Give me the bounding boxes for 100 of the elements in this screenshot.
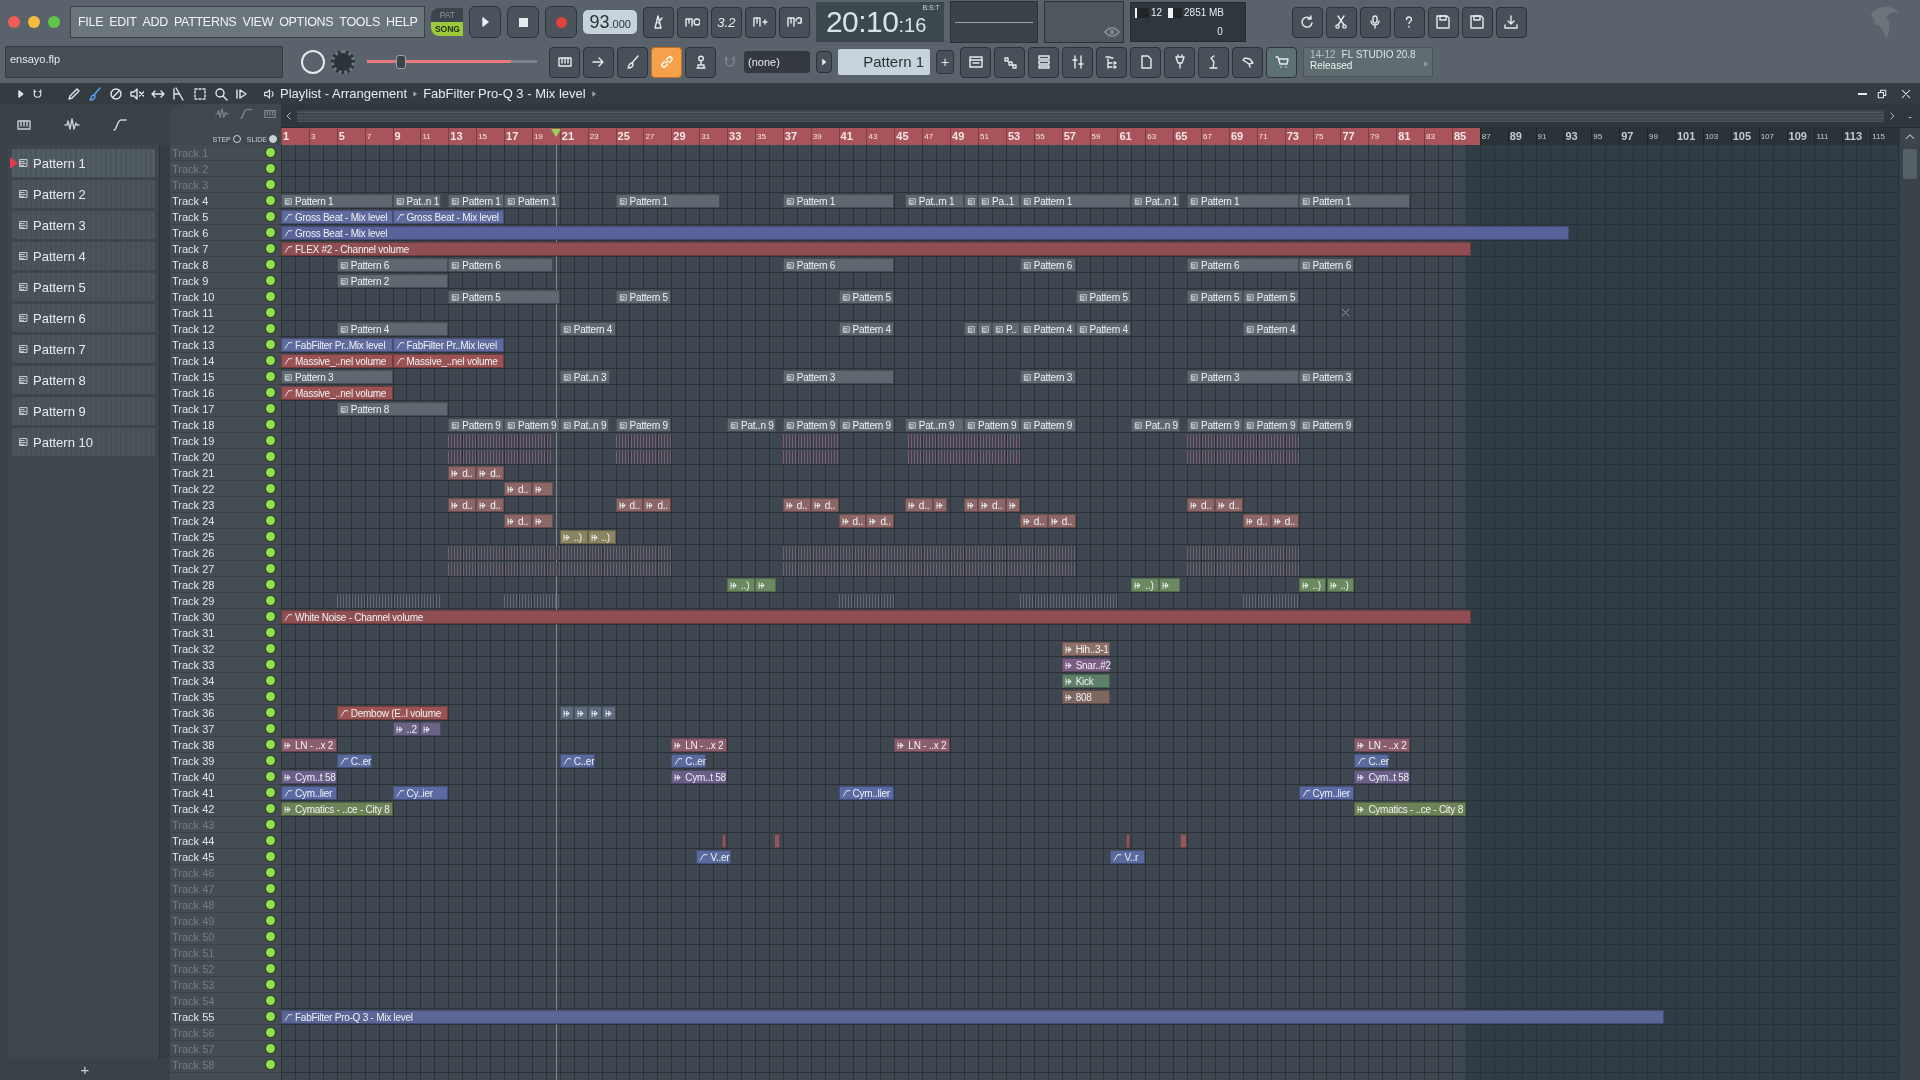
audio-clip[interactable]: ..) (727, 578, 755, 592)
automation-clip[interactable]: V..er (696, 850, 732, 864)
track-header[interactable]: Track 6 (170, 225, 281, 241)
automation-clip[interactable]: Cy..ier (392, 786, 449, 800)
track-header[interactable]: Track 25 (170, 529, 281, 545)
track-header[interactable]: Track 15 (170, 369, 281, 385)
menu-item[interactable]: HELP (382, 15, 421, 29)
pattern-clip[interactable]: Pattern 9 (1187, 418, 1243, 432)
track-header[interactable]: Track 41 (170, 785, 281, 801)
track-header[interactable]: Track 30 (170, 609, 281, 625)
audio-clip[interactable]: d.. (1214, 498, 1243, 512)
pattern-clip[interactable]: Pat..n 1 (392, 194, 442, 208)
track-header[interactable]: Track 40 (170, 769, 281, 785)
automation-clip[interactable]: Gross Beat - Mix level (392, 210, 505, 224)
pattern-clip[interactable]: Pattern 1 (782, 194, 895, 208)
automation-clip[interactable]: C..er (336, 754, 372, 768)
track-header[interactable]: Track 38 (170, 737, 281, 753)
audio-clip[interactable]: LN - ..x 2 (1354, 738, 1411, 752)
pattern-item[interactable]: Pattern 2 (12, 180, 155, 208)
automation-clip[interactable]: FabFilter Pr..Mix level (281, 338, 393, 352)
track-header[interactable]: Track 7 (170, 241, 281, 257)
pattern-item[interactable]: Pattern 8 (12, 366, 155, 394)
pattern-clip[interactable]: Pattern 9 (504, 418, 560, 432)
track-header[interactable]: Track 37 (170, 721, 281, 737)
pattern-item[interactable]: Pattern 6 (12, 304, 155, 332)
automation-clip[interactable]: Cym..lier (281, 786, 337, 800)
pattern-clip[interactable]: Pattern 3 (1298, 370, 1355, 384)
automation-clip[interactable]: C..er (671, 754, 707, 768)
audio-clip[interactable]: Cymatics - ..ce - City 8 (281, 802, 393, 816)
track-header[interactable]: Track 5 (170, 209, 281, 225)
pattern-clip[interactable]: Pattern 8 (336, 402, 449, 416)
pattern-item[interactable]: Pattern 9 (12, 397, 155, 425)
track-header[interactable]: Track 18 (170, 417, 281, 433)
breadcrumb-item[interactable]: FabFilter Pro-Q 3 - Mix level (423, 86, 586, 101)
audio-clip[interactable]: d.. (1242, 514, 1271, 528)
automation-clip[interactable]: Massive_..nel volume (392, 354, 505, 368)
pattern-clip[interactable]: Pattern 9 (1298, 418, 1355, 432)
pattern-clip[interactable]: Pattern 1 (504, 194, 560, 208)
audio-clip[interactable]: Cym..t 58 (671, 770, 728, 784)
track-header[interactable]: Track 29 (170, 593, 281, 609)
track-header[interactable]: Track 45 (170, 849, 281, 865)
track-header[interactable]: Track 21 (170, 465, 281, 481)
pattern-item[interactable]: Pattern 3 (12, 211, 155, 239)
automation-clip[interactable]: C..er (1354, 754, 1390, 768)
audio-clip[interactable]: ..) (1131, 578, 1160, 592)
pattern-clip[interactable]: Pattern 4 (336, 322, 449, 336)
track-header[interactable]: Track 24 (170, 513, 281, 529)
audio-clip[interactable]: d.. (615, 498, 644, 512)
pattern-clip[interactable]: Pattern 5 (1075, 290, 1132, 304)
audio-clip[interactable]: d.. (810, 498, 839, 512)
pattern-clip[interactable]: Pattern 9 (964, 418, 1020, 432)
audio-clip[interactable]: d.. (448, 498, 477, 512)
automation-clip[interactable]: Cym..lier (1298, 786, 1355, 800)
pattern-clip[interactable]: Pattern 5 (1187, 290, 1243, 304)
automation-clip[interactable]: FabFilter Pr..Mix level (392, 338, 505, 352)
audio-clip[interactable]: d.. (476, 498, 505, 512)
countdown-button[interactable]: 3.2 (710, 6, 742, 38)
track-header[interactable]: Track 10 (170, 289, 281, 305)
breadcrumb-item[interactable]: Playlist - Arrangement (280, 86, 408, 101)
pattern-clip[interactable]: Pat..rn 9 (904, 418, 965, 432)
menu-item[interactable]: FILE (75, 15, 107, 29)
overview-strip[interactable]: - (281, 104, 1920, 128)
audio-clip[interactable]: Cym..t 58 (1354, 770, 1411, 784)
pattern-clip[interactable]: Pattern 3 (782, 370, 895, 384)
audio-clip[interactable]: Snar..#2 (1061, 658, 1111, 672)
audio-clip[interactable]: ..2 (392, 722, 421, 736)
audio-clip[interactable]: LN - ..x 2 (671, 738, 728, 752)
audio-clip[interactable]: d.. (1187, 498, 1215, 512)
zoom-out-button[interactable]: - (1900, 109, 1920, 122)
automation-clip[interactable]: Gross Beat - Mix level (281, 210, 393, 224)
audio-clip[interactable]: d.. (504, 514, 532, 528)
track-header[interactable]: Track 55 (170, 1009, 281, 1025)
pattern-clip[interactable]: Pattern 4 (838, 322, 895, 336)
pattern-clip[interactable]: Pattern 1 (1298, 194, 1411, 208)
audio-clip[interactable]: d.. (866, 514, 895, 528)
track-header[interactable]: Track 33 (170, 657, 281, 673)
pattern-clip[interactable]: Pat..n 1 (1131, 194, 1181, 208)
pattern-clip[interactable]: Pattern 3 (1019, 370, 1076, 384)
automation-clip[interactable]: C..er (559, 754, 595, 768)
track-header[interactable]: Track 26 (170, 545, 281, 561)
audio-clip[interactable]: d.. (782, 498, 811, 512)
pattern-clip[interactable]: Pattern 4 (1019, 322, 1076, 336)
track-header[interactable]: Track 39 (170, 753, 281, 769)
pattern-clip[interactable]: Pattern 5 (838, 290, 895, 304)
audio-clip[interactable]: d.. (1019, 514, 1048, 528)
pattern-clip[interactable]: Pattern 6 (1187, 258, 1299, 272)
audio-clip[interactable]: Hih..3-1 (1061, 642, 1111, 656)
pattern-clip[interactable]: Pat..rn 1 (904, 194, 965, 208)
mode-toggle[interactable]: SONG (431, 22, 464, 36)
automation-clip[interactable]: Massive_..nel volume (281, 354, 393, 368)
pattern-clip[interactable]: Pattern 9 (782, 418, 839, 432)
track-header[interactable]: Track 28 (170, 577, 281, 593)
audio-clip[interactable]: d.. (1047, 514, 1076, 528)
track-header[interactable]: Track 12 (170, 321, 281, 337)
pattern-clip[interactable]: Pat..n 3 (559, 370, 610, 384)
add-button[interactable]: + (0, 1058, 170, 1080)
audio-clip[interactable]: 808 (1061, 690, 1111, 704)
pattern-clip[interactable]: Pattern 9 (838, 418, 895, 432)
audio-clip[interactable]: LN - ..x 2 (894, 738, 951, 752)
track-header[interactable]: Track 22 (170, 481, 281, 497)
